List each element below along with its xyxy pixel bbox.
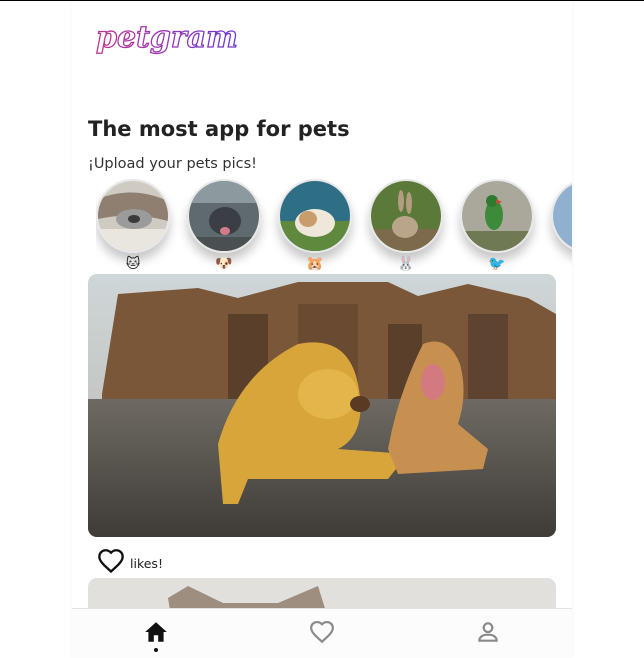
category-list: 🐱 🐶 🐹 🐰 🐦 [96,179,572,275]
logo-text: petgram [96,20,238,55]
like-row: likes! [96,547,163,575]
heart-icon [310,620,334,644]
app-container: petgram The most app for pets ¡Upload yo… [72,1,572,658]
category-image [96,179,170,253]
category-emoji: 🐱 [125,256,141,272]
home-icon [145,622,167,642]
page-title: The most app for pets [88,117,350,141]
active-indicator [154,648,158,652]
nav-favorites[interactable] [302,619,342,655]
photo-card[interactable] [88,274,556,537]
category-emoji: 🐹 [306,256,324,272]
category-hamsters[interactable]: 🐹 [278,179,352,275]
bottom-nav [72,608,572,658]
photo-image [88,274,556,537]
page-subtitle: ¡Upload your pets pics! [88,156,257,172]
nav-profile[interactable] [468,619,508,655]
category-image [369,179,443,253]
category-cats[interactable]: 🐱 [96,179,170,275]
category-image [551,179,572,253]
category-image [187,179,261,253]
category-image [278,179,352,253]
category-image [460,179,534,253]
nav-home[interactable] [136,619,176,655]
category-emoji: 🐰 [397,256,415,272]
user-icon [478,622,498,642]
category-emoji: 🐦 [488,256,506,272]
category-rabbits[interactable]: 🐰 [369,179,443,275]
category-more[interactable] [551,179,572,275]
like-heart-icon[interactable] [96,547,126,575]
likes-label: likes! [130,555,163,571]
category-dogs[interactable]: 🐶 [187,179,261,275]
category-emoji: 🐶 [215,256,233,272]
petgram-logo[interactable]: petgram [94,17,254,61]
category-birds[interactable]: 🐦 [460,179,534,275]
